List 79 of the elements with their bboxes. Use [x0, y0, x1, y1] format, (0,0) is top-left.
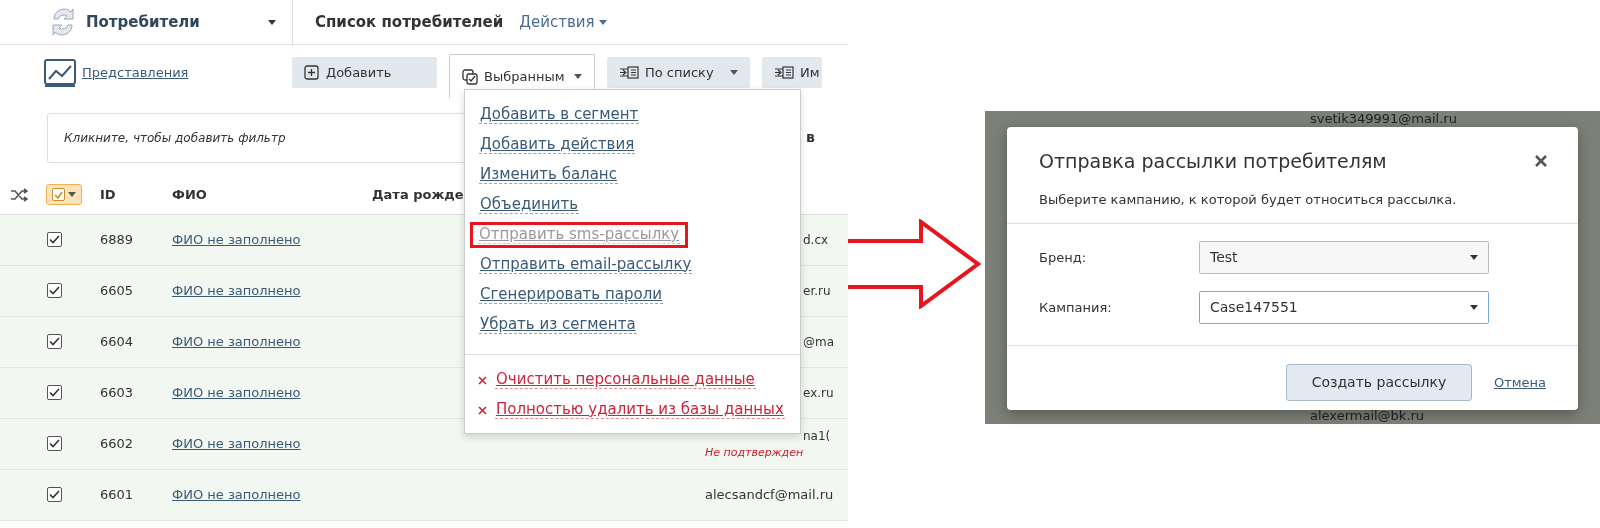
menu-item[interactable]: Изменить баланс	[479, 165, 618, 185]
row-checkbox[interactable]	[47, 436, 62, 452]
name-link[interactable]: ФИО не заполнено	[172, 232, 301, 248]
views-link[interactable]: Представления	[82, 62, 292, 83]
list-icon	[774, 64, 794, 81]
check-icon	[49, 490, 60, 500]
toolbar-button[interactable]: Добавить	[292, 57, 437, 88]
caret-icon	[1470, 255, 1478, 260]
id-cell-text: 6604	[100, 333, 135, 352]
row-checkbox[interactable]	[47, 334, 62, 350]
menu-item[interactable]: Добавить в сегмент	[479, 105, 640, 125]
menu-item[interactable]: Добавить действия	[479, 135, 636, 155]
check-icon	[49, 439, 60, 449]
filter-label: в	[806, 128, 815, 147]
menu-item[interactable]: Очистить персональные данные	[495, 370, 756, 390]
actions-menu[interactable]: Действия	[519, 10, 607, 34]
caret-icon	[574, 74, 582, 79]
chart-icon	[44, 58, 76, 87]
check-icon	[49, 235, 60, 245]
select-field[interactable]: Case147551	[1199, 291, 1489, 324]
toolbar-button[interactable]: По списку	[607, 57, 750, 88]
close-icon[interactable]	[1534, 154, 1548, 169]
select-field[interactable]: Test	[1199, 241, 1489, 274]
check-icon	[49, 337, 60, 347]
toolbar-button[interactable]: Им	[762, 57, 822, 88]
caret-icon	[730, 70, 738, 75]
menu-item[interactable]: Убрать из сегмента	[479, 315, 637, 335]
email-status: Не подтвержден	[705, 444, 805, 461]
check-icon	[54, 190, 63, 199]
row-checkbox[interactable]	[47, 385, 62, 401]
email-cell-text: na1(	[803, 427, 831, 445]
id-cell-text: 6889	[100, 231, 135, 250]
column-header[interactable]: ID	[100, 184, 172, 205]
caret-icon	[268, 19, 276, 25]
background-email: alexermail@bk.ru	[1310, 408, 1426, 424]
name-link[interactable]: ФИО не заполнено	[172, 385, 301, 401]
check-icon	[49, 286, 60, 296]
menu-item[interactable]: Отправить email-рассылку	[479, 255, 693, 275]
dialog-subtitle: Выберите кампанию, к которой будет относиться рассылка.	[1039, 190, 1458, 209]
email-cell-text: d.cx	[803, 232, 829, 249]
cancel-link[interactable]: Отмена	[1493, 372, 1546, 393]
caret-icon	[68, 192, 76, 197]
menu-item[interactable]: Сгенерировать пароли	[479, 285, 663, 305]
dialog-title: Отправка рассылки потребителям	[1039, 149, 1387, 174]
caret-icon	[1470, 305, 1478, 310]
plus-icon	[304, 64, 320, 81]
select-all-checkbox[interactable]	[46, 184, 82, 205]
row-checkbox[interactable]	[47, 283, 62, 299]
row-checkbox[interactable]	[47, 232, 62, 248]
row-checkbox[interactable]	[47, 487, 62, 503]
create-button[interactable]: Создать рассылку	[1285, 364, 1472, 401]
checked-items-icon	[462, 68, 478, 85]
menu-item[interactable]: Полностью удалить из базы данных	[495, 400, 785, 420]
module-title: Потребители	[86, 11, 200, 33]
id-cell-text: 6601	[100, 486, 135, 505]
caret-icon	[598, 19, 607, 25]
module-selector[interactable]: Потребители	[86, 10, 276, 34]
menu-item[interactable]: Объединить	[479, 195, 580, 215]
name-link[interactable]: ФИО не заполнено	[172, 436, 301, 452]
cross-icon	[478, 405, 487, 415]
name-link[interactable]: ФИО не заполнено	[172, 487, 301, 503]
list-icon	[619, 64, 639, 81]
email-cell-text: @ma	[803, 334, 835, 351]
field-label: Бренд:	[1039, 248, 1088, 267]
id-cell-text: 6602	[100, 435, 135, 454]
email-cell-text: alecsandcf@mail.ru	[705, 486, 834, 505]
shuffle-icon[interactable]	[10, 187, 28, 202]
name-link[interactable]: ФИО не заполнено	[172, 334, 301, 350]
id-cell-text: 6603	[100, 384, 135, 403]
name-link[interactable]: ФИО не заполнено	[172, 283, 301, 299]
column-header[interactable]: ФИО	[172, 184, 372, 205]
background-email: svetik349991@mail.ru	[1310, 111, 1458, 127]
email-cell-text: er.ru	[803, 283, 831, 300]
page-title: Список потребителей	[315, 11, 504, 33]
check-icon	[49, 388, 60, 398]
email-cell-text: ex.ru	[803, 385, 834, 402]
field-label: Кампания:	[1039, 298, 1113, 317]
id-cell-text: 6605	[100, 282, 135, 301]
cross-icon	[478, 375, 487, 385]
